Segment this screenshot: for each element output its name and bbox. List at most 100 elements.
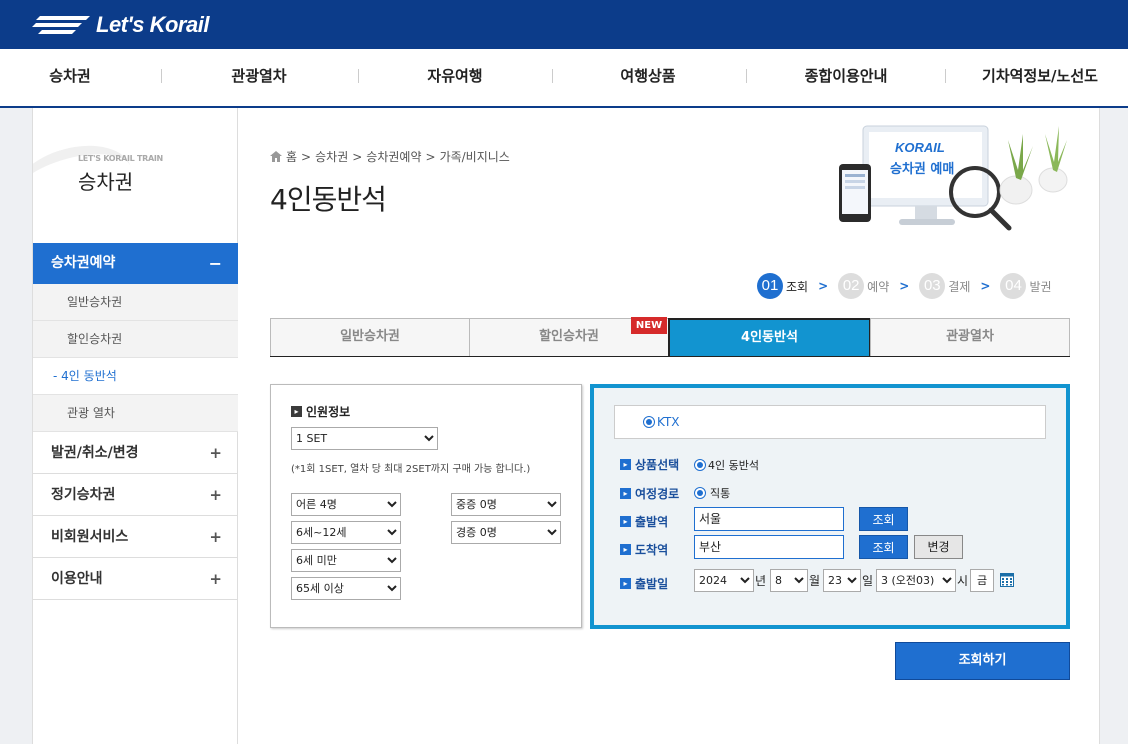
expand-icon[interactable]: + [209, 558, 222, 600]
korail-logo[interactable]: Let's Korail [32, 10, 209, 40]
passenger-info-box: ▸ 인원정보 1 SET (*1회 1SET, 열차 당 최대 2SET까지 구… [270, 384, 582, 628]
adult-count-select[interactable]: 어른 4명 [291, 493, 401, 516]
date-label: ▸ 출발일 [620, 575, 668, 592]
route-option: 직통 [694, 485, 730, 501]
tab-tour-train[interactable]: 관광열차 [870, 318, 1070, 356]
arrival-lookup-button[interactable]: 조회 [859, 535, 908, 559]
sidebar-group-season-ticket[interactable]: 정기승차권 + [33, 474, 238, 516]
step-issue: 04 발권 [1000, 273, 1052, 299]
arrow-box-icon: ▸ [620, 578, 631, 589]
month-select[interactable]: 8 [770, 569, 808, 592]
nav-item-guide[interactable]: 종합이용안내 [780, 49, 912, 106]
year-unit: 년 [755, 574, 767, 588]
content-panel: LET'S KORAIL TRAIN 승차권 승차권예약 − 일반승차권 할인승… [32, 108, 1100, 744]
departure-station-input[interactable]: 서울 [694, 507, 844, 531]
sidebar-group-label: 비회원서비스 [51, 529, 129, 545]
nav-item-free-travel[interactable]: 자유여행 [395, 49, 515, 106]
breadcrumb-item: 가족/비지니스 [439, 150, 510, 164]
arrival-label: ▸ 도착역 [620, 541, 668, 558]
tab-general-ticket[interactable]: 일반승차권 [270, 318, 470, 356]
ktx-radio[interactable] [643, 416, 655, 428]
severe-disabled-select[interactable]: 중증 0명 [451, 493, 561, 516]
breadcrumb-home[interactable]: 홈 [286, 148, 297, 165]
step-payment: 03 결제 > [919, 273, 990, 299]
monitor-illustration [839, 125, 1068, 231]
hour-select[interactable]: 3 (오전03) [876, 569, 956, 592]
step-number: 02 [838, 273, 865, 299]
ticket-illustration: KORAIL 승차권 예매 [833, 120, 1073, 235]
arrow-box-icon: ▸ [620, 544, 631, 555]
train-type-bar: KTX [614, 405, 1046, 439]
sidebar-group-label: 정기승차권 [51, 487, 116, 503]
nav-item-station-info[interactable]: 기차역정보/노선도 [975, 49, 1105, 106]
sidebar-item-4-person-seat[interactable]: - 4인 동반석 [33, 358, 238, 395]
sidebar-group-label: 승차권예약 [51, 255, 116, 271]
new-badge: NEW [631, 317, 667, 334]
breadcrumb-item[interactable]: 승차권예약 [366, 148, 421, 165]
expand-icon[interactable]: + [209, 432, 222, 474]
illustration-text: 승차권 예매 [890, 162, 955, 177]
row-label-text: 여정경로 [635, 487, 680, 501]
sidebar-group-reservation[interactable]: 승차권예약 − [33, 243, 238, 284]
passenger-section-label: ▸ 인원정보 [291, 403, 350, 420]
train-type-label: KTX [657, 415, 680, 429]
step-label: 발권 [1029, 279, 1052, 294]
collapse-icon[interactable]: − [209, 243, 222, 284]
route-radio[interactable] [694, 487, 706, 499]
sidebar-group-nonmember[interactable]: 비회원서비스 + [33, 516, 238, 558]
route-label: ▸ 여정경로 [620, 485, 679, 502]
sidebar-group-usage-guide[interactable]: 이용안내 + [33, 558, 238, 600]
departure-label: ▸ 출발역 [620, 513, 668, 530]
senior-count-select[interactable]: 65세 이상 [291, 577, 401, 600]
illustration-logo: KORAIL [895, 140, 945, 155]
progress-steps: 01 조회 > 02 예약 > 03 결제 > 04 발권 [757, 273, 1062, 299]
breadcrumb-separator: > [352, 149, 363, 164]
purchase-note: (*1회 1SET, 열차 당 최대 2SET까지 구매 가능 합니다.) [291, 464, 531, 475]
product-radio[interactable] [694, 459, 706, 471]
product-label: ▸ 상품선택 [620, 456, 679, 473]
nav-divider [552, 69, 553, 83]
search-conditions-box: KTX ▸ 상품선택 4인 동반석 ▸ 여정경로 직통 ▸ 출발역 서울 조회 … [590, 384, 1070, 629]
calendar-icon[interactable] [1000, 573, 1014, 587]
weekday-display: 금 [970, 569, 994, 592]
day-select[interactable]: 23 [823, 569, 861, 592]
sidebar-item-discount-ticket[interactable]: 할인승차권 [33, 321, 238, 358]
step-number: 03 [919, 273, 946, 299]
swap-stations-button[interactable]: 변경 [914, 535, 963, 559]
side-menu-subtitle: LET'S KORAIL TRAIN [78, 154, 163, 163]
nav-divider [358, 69, 359, 83]
breadcrumb-separator: > [301, 149, 312, 164]
set-count-select[interactable]: 1 SET [291, 427, 438, 450]
side-menu-title: 승차권 [78, 170, 134, 194]
tab-4-person-seat[interactable]: 4인동반석 [668, 318, 871, 356]
child-count-select[interactable]: 6세~12세 [291, 521, 401, 544]
step-number: 04 [1000, 273, 1027, 299]
nav-item-ticket[interactable]: 승차권 [20, 49, 120, 106]
infant-count-select[interactable]: 6세 미만 [291, 549, 401, 572]
mild-disabled-select[interactable]: 경증 0명 [451, 521, 561, 544]
nav-item-travel-products[interactable]: 여행상품 [588, 49, 708, 106]
step-reserve: 02 예약 > [838, 273, 909, 299]
nav-divider [945, 69, 946, 83]
year-select[interactable]: 2024 [694, 569, 754, 592]
chevron-right-icon: > [818, 279, 829, 293]
row-label-text: 상품선택 [635, 458, 680, 472]
main-nav: 승차권 관광열차 자유여행 여행상품 종합이용안내 기차역정보/노선도 [0, 49, 1128, 108]
nav-item-tour-train[interactable]: 관광열차 [200, 49, 318, 106]
home-icon[interactable] [270, 151, 282, 162]
expand-icon[interactable]: + [209, 516, 222, 558]
sidebar-group-issue-cancel[interactable]: 발권/취소/변경 + [33, 432, 238, 474]
sidebar-item-tour-train[interactable]: 관광 열차 [33, 395, 238, 432]
page-title: 4인동반석 [270, 183, 387, 216]
sidebar-group-label: 발권/취소/변경 [51, 445, 139, 461]
breadcrumb-item[interactable]: 승차권 [315, 148, 348, 165]
step-number: 01 [757, 273, 783, 299]
search-submit-button[interactable]: 조회하기 [895, 642, 1070, 680]
arrow-box-icon: ▸ [291, 406, 302, 417]
arrival-station-input[interactable]: 부산 [694, 535, 844, 559]
expand-icon[interactable]: + [209, 474, 222, 516]
departure-lookup-button[interactable]: 조회 [859, 507, 908, 531]
sidebar-item-bullet: - [53, 369, 58, 383]
step-label: 조회 [786, 279, 809, 294]
sidebar-item-general-ticket[interactable]: 일반승차권 [33, 284, 238, 321]
